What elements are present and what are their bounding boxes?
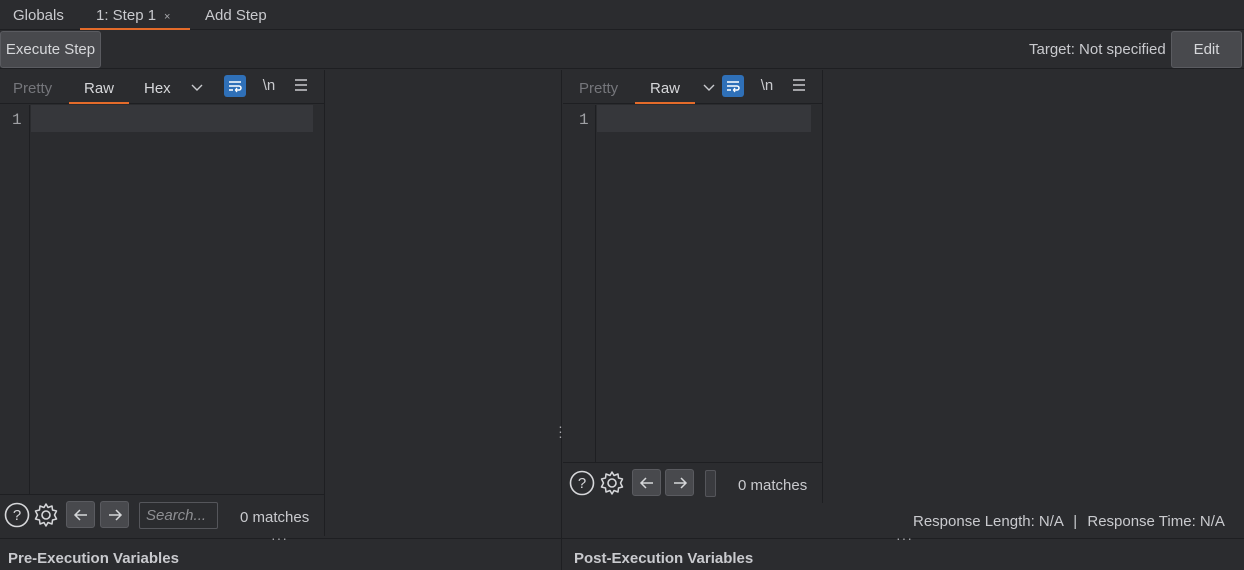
next-match-button[interactable]	[100, 501, 129, 528]
tab-pretty[interactable]: Pretty	[579, 70, 618, 104]
newline-toggle[interactable]: \n	[757, 76, 777, 96]
target-label: Target: Not specified	[1029, 41, 1166, 58]
help-icon[interactable]: ?	[4, 502, 30, 532]
toolbar: Execute Step Target: Not specified Edit	[0, 30, 1244, 69]
gear-icon[interactable]	[33, 502, 59, 532]
line-gutter: 1	[0, 105, 30, 494]
match-count: 0 matches	[738, 477, 808, 494]
request-view-tabs: Pretty Raw Hex \n	[0, 70, 324, 104]
resize-handle-icon[interactable]: ···	[896, 530, 913, 546]
execute-step-button[interactable]: Execute Step	[0, 31, 101, 68]
response-view-tabs: Pretty Raw \n	[563, 70, 822, 104]
help-icon[interactable]: ?	[569, 470, 595, 500]
tab-bar: Globals 1: Step 1 × Add Step	[0, 0, 1244, 30]
arrow-left-icon	[639, 477, 653, 489]
resize-handle-icon[interactable]: ···	[271, 530, 288, 546]
editor-current-line[interactable]	[597, 105, 811, 132]
match-count: 0 matches	[240, 509, 310, 526]
tab-add-step[interactable]: Add Step	[205, 0, 267, 30]
status-separator: |	[1073, 513, 1078, 530]
tab-pretty[interactable]: Pretty	[13, 70, 52, 104]
arrow-left-icon	[73, 509, 87, 521]
newline-toggle[interactable]: \n	[259, 76, 279, 96]
response-length: Response Length: N/A	[913, 513, 1064, 530]
tab-hex[interactable]: Hex	[144, 70, 171, 104]
menu-icon[interactable]	[292, 77, 310, 95]
svg-text:?: ?	[578, 475, 586, 492]
tab-close-icon[interactable]: ×	[164, 11, 170, 23]
next-match-button[interactable]	[665, 469, 694, 496]
previous-match-button[interactable]	[632, 469, 661, 496]
gear-icon[interactable]	[599, 470, 625, 500]
wrap-icon[interactable]	[224, 75, 246, 97]
search-input[interactable]	[705, 470, 716, 497]
response-editor: Pretty Raw \n 1 ? 0 matches	[563, 70, 823, 503]
previous-match-button[interactable]	[66, 501, 95, 528]
pre-execution-variables-header[interactable]: Pre-Execution Variables	[8, 550, 179, 567]
tab-step-1[interactable]: 1: Step 1 ×	[80, 0, 190, 30]
tab-raw[interactable]: Raw	[635, 70, 695, 104]
line-number: 1	[12, 111, 22, 129]
response-status: Response Length: N/A | Response Time: N/…	[913, 513, 1225, 530]
response-time: Response Time: N/A	[1087, 513, 1225, 530]
line-gutter: 1	[563, 105, 596, 462]
editor-current-line[interactable]	[31, 105, 313, 132]
line-number: 1	[579, 111, 589, 129]
arrow-right-icon	[108, 509, 122, 521]
svg-text:?: ?	[13, 507, 21, 524]
arrow-right-icon	[673, 477, 687, 489]
chevron-down-icon[interactable]	[700, 80, 718, 98]
search-input[interactable]	[139, 502, 218, 529]
response-search-bar: ? 0 matches	[563, 462, 822, 503]
tab-raw[interactable]: Raw	[69, 70, 129, 104]
edit-target-button[interactable]: Edit	[1171, 31, 1242, 68]
menu-icon[interactable]	[790, 77, 808, 95]
tab-step-1-label: 1: Step 1	[96, 7, 157, 24]
pane-splitter[interactable]	[561, 70, 562, 570]
tab-globals[interactable]: Globals	[13, 0, 64, 30]
chevron-down-icon[interactable]	[188, 80, 206, 98]
request-editor: Pretty Raw Hex \n 1 ? 0 matches	[0, 70, 325, 536]
wrap-icon[interactable]	[722, 75, 744, 97]
post-execution-variables-header[interactable]: Post-Execution Variables	[574, 550, 753, 567]
